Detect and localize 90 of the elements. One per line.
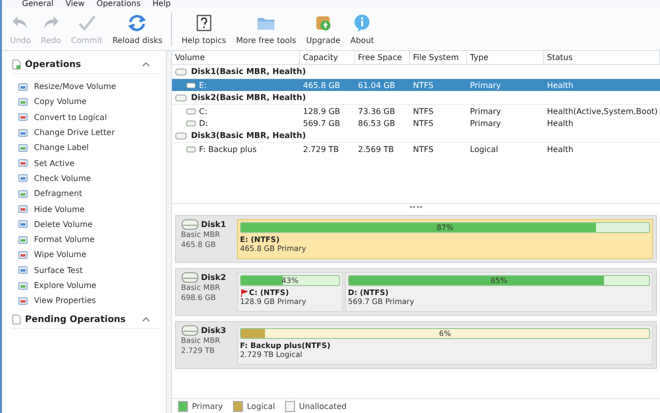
operation-icon [18, 219, 28, 230]
disk-name: Disk3 [201, 326, 226, 335]
volume-row[interactable]: C: 128.9 GB 73.36 GB NTFS Primary Health(Active,System,Boot) [172, 105, 660, 117]
column-header[interactable]: Type [467, 51, 544, 64]
table-cell: 128.9 GB [303, 106, 340, 116]
column-header[interactable]: Capacity [300, 51, 355, 64]
table-cell: Logical [470, 144, 498, 154]
operation-item[interactable]: Defragment [12, 186, 160, 202]
operation-icon [18, 158, 28, 168]
menu-item[interactable]: Help [152, 0, 171, 8]
toolbar-button[interactable]: Reload disks [108, 11, 166, 47]
operation-item[interactable]: Surface Test [12, 262, 160, 278]
legend-label: Logical [246, 402, 275, 410]
toolbar-button[interactable]: About [346, 11, 378, 47]
table-cell: 2.569 TB [358, 144, 394, 154]
operation-item[interactable]: Delete Volume [12, 216, 160, 232]
document-icon [12, 59, 21, 70]
operation-icon [18, 265, 28, 276]
column-header[interactable]: File System [410, 51, 467, 64]
table-cell: F: Backup plus [199, 144, 257, 154]
column-header[interactable]: Volume [172, 51, 300, 64]
operation-icon [18, 173, 28, 184]
table-cell: Primary [470, 118, 501, 128]
operation-icon [18, 280, 28, 290]
operation-icon [18, 204, 28, 214]
column-header[interactable]: Free Space [355, 51, 410, 64]
disk-name: Disk1 [201, 220, 226, 229]
volume-row[interactable]: F: Backup plus 2.729 TB 2.569 TB NTFS Logical Health [172, 143, 660, 155]
table-cell: 61.04 GB [358, 80, 396, 90]
table-cell: C: [199, 106, 208, 116]
disk-group-title: Disk1(Basic MBR, Health) [191, 67, 306, 76]
operation-item[interactable]: Convert to Logical [12, 110, 160, 125]
operation-item[interactable]: Wipe Volume [12, 247, 160, 263]
document-icon [12, 314, 21, 326]
table-cell: 86.53 GB [358, 118, 396, 128]
operation-item[interactable]: Hide Volume [12, 201, 160, 217]
volume-icon [186, 146, 196, 152]
table-cell: Health [547, 118, 574, 128]
table-cell: 73.36 GB [358, 106, 396, 116]
table-cell: Primary [470, 106, 501, 116]
toolbar-button[interactable]: More free tools [232, 11, 300, 47]
volume-row[interactable]: E: 465.8 GB 61.04 GB NTFS Primary Health [172, 79, 660, 91]
table-cell: 569.7 GB [303, 118, 340, 128]
table-cell: Health [547, 144, 574, 154]
toolbar-button[interactable]: Upgrade [302, 11, 344, 47]
table-cell: NTFS [413, 106, 434, 116]
table-cell: 465.8 GB [303, 80, 340, 90]
operation-icon [18, 142, 28, 153]
volume-icon [186, 82, 196, 88]
operation-icon [18, 296, 28, 306]
operation-item[interactable]: Change Drive Letter [12, 124, 160, 140]
table-cell: 2.729 TB [303, 144, 339, 154]
volume-row[interactable]: D: 569.7 GB 86.53 GB NTFS Primary Health [172, 117, 660, 129]
section-header[interactable]: Pending Operations [12, 314, 160, 330]
disk-name: Disk2 [201, 273, 226, 282]
operation-icon [18, 96, 28, 107]
operation-icon [18, 112, 28, 122]
disk-group-title: Disk3(Basic MBR, Health) [191, 131, 306, 140]
operation-item[interactable]: Format Volume [12, 232, 160, 248]
table-cell: NTFS [413, 118, 434, 128]
operation-icon [18, 128, 28, 138]
table-cell: Health [547, 80, 574, 90]
chevron-icon [142, 317, 150, 322]
operation-icon [18, 250, 28, 260]
operation-item[interactable]: View Properties [12, 293, 160, 308]
operation-item[interactable]: Set Active [12, 155, 160, 171]
column-header[interactable]: Status [544, 51, 660, 64]
toolbar-button[interactable]: Help topics [177, 11, 230, 47]
legend-label: Unallocated [298, 402, 347, 410]
section-header[interactable]: Operations [12, 59, 160, 74]
table-cell: Health(Active,System,Boot) [547, 106, 658, 116]
menu-item[interactable]: Operations [96, 0, 140, 8]
operation-icon [18, 82, 28, 92]
table-cell: E: [199, 80, 207, 90]
operation-item[interactable]: Change Label [12, 140, 160, 156]
operation-item[interactable]: Copy Volume [12, 94, 160, 110]
operation-icon [18, 188, 28, 199]
menu-item[interactable]: View [66, 0, 85, 8]
table-cell: NTFS [413, 80, 434, 90]
table-cell: Primary [470, 80, 501, 90]
operation-icon [18, 234, 28, 245]
operation-item[interactable]: Check Volume [12, 170, 160, 186]
table-cell: NTFS [413, 144, 434, 154]
operation-item[interactable]: Explore Volume [12, 278, 160, 294]
table-cell: D: [199, 118, 208, 128]
chevron-icon [142, 62, 150, 67]
disk-group-title: Disk2(Basic MBR, Health) [191, 93, 306, 102]
operation-item[interactable]: Resize/Move Volume [12, 79, 160, 94]
menu-item[interactable]: General [22, 0, 54, 8]
legend-label: Primary [192, 402, 223, 410]
